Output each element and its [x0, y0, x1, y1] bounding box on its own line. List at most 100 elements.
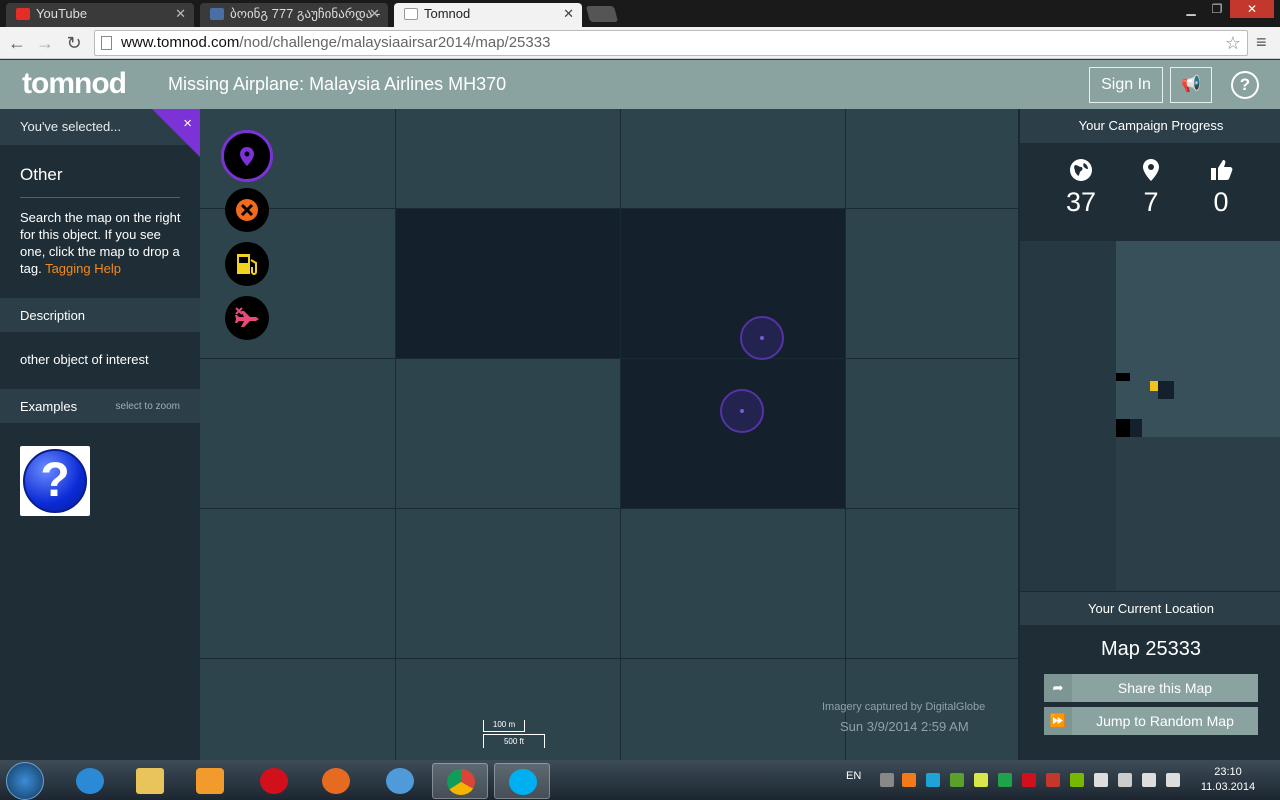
new-tab-button[interactable]: [585, 6, 619, 22]
close-tab-icon[interactable]: ✕: [175, 3, 186, 25]
tile-border: [200, 358, 1018, 359]
chrome-button[interactable]: [432, 763, 488, 799]
maximize-icon[interactable]: ❐: [1204, 0, 1230, 18]
close-tab-icon[interactable]: ✕: [369, 3, 380, 25]
youtube-icon: [16, 8, 30, 20]
forward-icon[interactable]: →: [34, 32, 56, 54]
start-button[interactable]: [6, 762, 44, 800]
flag-icon[interactable]: [1094, 773, 1108, 787]
map-scale-bar: 100 m 500 ft: [483, 720, 547, 750]
fast-forward-icon: ⏩: [1044, 707, 1072, 735]
sign-in-button[interactable]: Sign In: [1089, 67, 1163, 103]
minimize-icon[interactable]: ▁: [1178, 0, 1204, 18]
dark-map-tile: [621, 359, 845, 509]
campaign-minimap[interactable]: [1020, 241, 1280, 591]
usb-icon[interactable]: [1118, 773, 1132, 787]
tool-other[interactable]: [221, 130, 273, 182]
description-text: other object of interest: [20, 352, 149, 367]
logo-text: tomnod: [22, 67, 127, 100]
tagging-help-link[interactable]: Tagging Help: [45, 261, 121, 276]
tile-border: [845, 109, 846, 760]
announcements-button[interactable]: 📢: [1170, 67, 1212, 103]
notification-icon[interactable]: [880, 773, 894, 787]
dropped-tag-marker[interactable]: [740, 316, 784, 360]
phone-icon[interactable]: [998, 773, 1012, 787]
safari-button[interactable]: [372, 763, 428, 799]
nvidia-icon[interactable]: [1070, 773, 1084, 787]
imagery-credit: Imagery captured by DigitalGlobe: [822, 701, 986, 713]
close-tab-icon[interactable]: ✕: [563, 3, 574, 25]
explorer-button[interactable]: [122, 763, 178, 799]
stat-tags: 7: [1121, 157, 1181, 219]
volume-icon[interactable]: [1166, 773, 1180, 787]
tile-border: [200, 658, 1018, 659]
internet-explorer-button[interactable]: [62, 763, 118, 799]
share-map-button[interactable]: ➦ Share this Map: [1044, 674, 1258, 702]
stat-maps-viewed: 37: [1051, 157, 1111, 219]
tool-crashed-plane[interactable]: [225, 296, 269, 340]
tab-tomnod[interactable]: Tomnod ✕: [394, 3, 582, 27]
address-bar[interactable]: www.tomnod.com/nod/challenge/malaysiaair…: [94, 30, 1248, 56]
url-path: /nod/challenge/malaysiaairsar2014/map/25…: [239, 34, 551, 51]
dropped-tag-marker[interactable]: [720, 389, 764, 433]
divider: [20, 197, 180, 198]
opera-button[interactable]: [246, 763, 302, 799]
help-button[interactable]: ?: [1231, 71, 1259, 99]
browser-toolbar: ← → ↻ www.tomnod.com/nod/challenge/malay…: [0, 27, 1280, 59]
java-icon[interactable]: [902, 773, 916, 787]
close-circle-icon: [236, 199, 258, 221]
scale-feet: 500 ft: [483, 734, 545, 748]
system-clock[interactable]: 23:10 11.03.2014: [1196, 765, 1260, 795]
url-host: www.tomnod.com: [121, 34, 240, 51]
browser-menu-icon[interactable]: ≡: [1256, 33, 1272, 51]
network-icon[interactable]: [1142, 773, 1156, 787]
back-icon[interactable]: ←: [6, 32, 28, 54]
site-favicon-icon: [210, 8, 224, 20]
tomnod-logo[interactable]: tomnod: [22, 67, 127, 101]
utorrent-icon[interactable]: [950, 773, 964, 787]
tile-border: [200, 508, 1018, 509]
thumbs-up-icon: [1191, 157, 1251, 185]
page-icon: [404, 8, 418, 20]
firefox-button[interactable]: [308, 763, 364, 799]
safari-icon: [386, 768, 414, 794]
window-close-icon[interactable]: ✕: [1230, 0, 1274, 18]
browser-tab-strip: YouTube ✕ ბოინგ 777 გაუჩინარდა - ✕ Tomno…: [0, 0, 1280, 27]
progress-panel: Your Campaign Progress 37 7 0 Your Curre…: [1018, 109, 1280, 760]
current-map-label: Map 25333: [1100, 638, 1202, 660]
tab-georgian-news[interactable]: ბოინგ 777 გაუჩინარდა - ✕: [200, 3, 388, 27]
satellite-map[interactable]: Imagery captured by DigitalGlobe Sun 3/9…: [200, 109, 1018, 760]
stat-agreements: 0: [1191, 157, 1251, 219]
tool-remove[interactable]: [225, 188, 269, 232]
firefox-icon: [322, 768, 350, 794]
tile-border: [200, 208, 1018, 209]
examples-hint: select to zoom: [115, 401, 180, 412]
opera-tray-icon[interactable]: [1022, 773, 1036, 787]
tagging-instructions: Search the map on the right for this obj…: [20, 209, 185, 277]
jump-random-map-button[interactable]: ⏩ Jump to Random Map: [1044, 707, 1258, 735]
media-player-button[interactable]: [182, 763, 238, 799]
chat-icon[interactable]: [974, 773, 988, 787]
tab-youtube[interactable]: YouTube ✕: [6, 3, 194, 27]
app-tray-icon[interactable]: [1046, 773, 1060, 787]
skype-button[interactable]: [494, 763, 550, 799]
language-indicator[interactable]: EN: [846, 770, 861, 782]
close-icon[interactable]: ×: [183, 115, 192, 132]
security-icon[interactable]: [926, 773, 940, 787]
scale-meters: 100 m: [483, 720, 525, 732]
skype-icon: [509, 769, 537, 795]
stat-value: 37: [1065, 187, 1097, 217]
stat-value: 7: [1143, 187, 1159, 217]
opera-icon: [260, 768, 288, 794]
imagery-date: Sun 3/9/2014 2:59 AM: [840, 719, 969, 734]
question-mark-icon: ?: [23, 449, 87, 513]
tile-border: [395, 109, 396, 760]
clock-time: 23:10: [1214, 766, 1242, 778]
bookmark-star-icon[interactable]: ☆: [1225, 31, 1241, 55]
panel-corner-accent: [152, 109, 200, 157]
stat-value: 0: [1213, 187, 1229, 217]
fuel-icon: [237, 254, 257, 275]
tool-fuel[interactable]: [225, 242, 269, 286]
reload-icon[interactable]: ↻: [63, 32, 85, 54]
example-thumbnail[interactable]: ?: [20, 446, 90, 516]
